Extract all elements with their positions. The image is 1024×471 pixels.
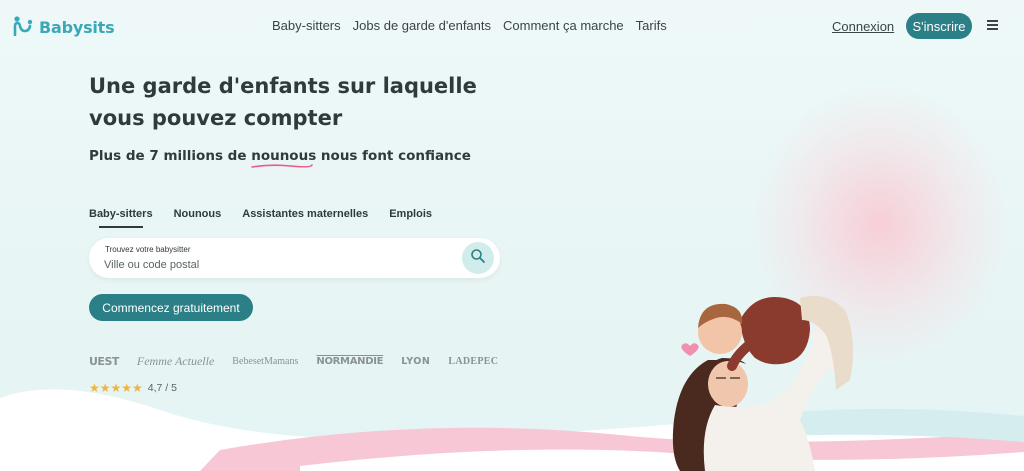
page-title: Une garde d'enfants sur laquelle vous po… — [89, 74, 477, 130]
tab-baby-sitters[interactable]: Baby-sitters — [89, 208, 153, 228]
subtitle-highlight: nounous — [251, 148, 317, 168]
signup-button[interactable]: S'inscrire — [906, 13, 972, 39]
highlight-underline-icon — [251, 164, 314, 168]
hamburger-menu-icon[interactable] — [987, 20, 998, 30]
hero-subtitle: Plus de 7 millions de nounous nous font … — [89, 148, 471, 168]
nav-pricing[interactable]: Tarifs — [636, 18, 667, 33]
subtitle-highlight-word: nounous — [251, 148, 317, 164]
login-link[interactable]: Connexion — [832, 19, 894, 34]
press-logo-ladepeche: LADEPEC — [448, 356, 499, 367]
subtitle-text-before: Plus de 7 millions de — [89, 148, 252, 164]
logo-text: Babysits — [39, 18, 115, 37]
location-input[interactable] — [104, 257, 444, 273]
search-box: Trouvez votre babysitter — [89, 238, 500, 278]
start-free-button[interactable]: Commencez gratuitement — [89, 294, 253, 321]
search-button[interactable] — [462, 242, 494, 274]
main-nav: Baby-sitters Jobs de garde d'enfants Com… — [272, 18, 667, 33]
subtitle-text-after: nous font confiance — [316, 148, 471, 164]
nav-baby-sitters[interactable]: Baby-sitters — [272, 18, 341, 33]
decorative-waves — [0, 389, 1024, 471]
search-icon — [470, 248, 486, 269]
tab-assistantes-maternelles[interactable]: Assistantes maternelles — [242, 208, 368, 228]
tab-nounous[interactable]: Nounous — [174, 208, 222, 228]
press-logo-bebes-mamans: BebesetMamans — [232, 356, 299, 367]
hero-photo-mother-child — [672, 295, 854, 471]
tab-emplois[interactable]: Emplois — [389, 208, 432, 228]
press-logo-lyon: LYON — [401, 356, 431, 367]
site-header: Babysits Baby-sitters Jobs de garde d'en… — [0, 0, 1024, 54]
nav-jobs[interactable]: Jobs de garde d'enfants — [353, 18, 491, 33]
press-logo-normandie: NORMANDIE — [316, 356, 384, 367]
press-logo-ouest: UEST — [89, 355, 119, 368]
search-tabs: Baby-sitters Nounous Assistantes materne… — [89, 208, 432, 228]
search-label: Trouvez votre babysitter — [105, 245, 191, 254]
babysits-logo-icon — [13, 14, 35, 41]
press-logos: UEST Femme Actuelle BebesetMamans NORMAN… — [89, 354, 498, 369]
logo[interactable]: Babysits — [13, 14, 115, 41]
nav-how-it-works[interactable]: Comment ça marche — [503, 18, 624, 33]
press-logo-femme-actuelle: Femme Actuelle — [136, 354, 215, 368]
